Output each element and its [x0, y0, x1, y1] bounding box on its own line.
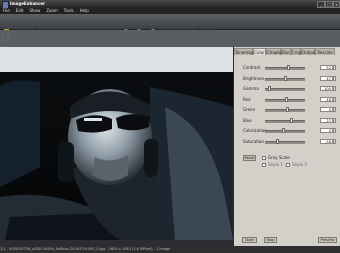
tab-tonemapping[interactable]: Tonemapping — [234, 48, 262, 55]
slider-value-field[interactable]: 52 — [320, 65, 333, 70]
slider-thumb[interactable] — [282, 128, 285, 133]
secondary-toolbar — [0, 30, 340, 48]
spin-arrows-icon[interactable] — [333, 128, 336, 133]
slider-label: Colorization — [243, 128, 267, 133]
slider-value-field[interactable]: 27 — [320, 118, 333, 123]
spin-arrows-icon[interactable] — [333, 86, 336, 91]
status-bar: 1/1 - 00/5030758_x/DSC04494_Softbox-2009… — [0, 246, 340, 253]
tab-crop[interactable]: Crop — [291, 48, 301, 55]
maximize-icon[interactable]: □ — [325, 1, 333, 8]
slider-track[interactable] — [265, 120, 305, 123]
slider-thumb[interactable] — [284, 76, 287, 81]
slider-thumb[interactable] — [276, 139, 279, 144]
reset-button[interactable]: Reset — [243, 155, 256, 161]
slider-value-field[interactable]: 100 — [320, 86, 333, 91]
slider-value-field[interactable]: 47 — [320, 76, 333, 81]
spin-arrows-icon[interactable] — [333, 76, 336, 81]
collapse-icon[interactable] — [2, 33, 9, 41]
slider-thumb[interactable] — [286, 107, 289, 112]
close-icon[interactable]: x — [333, 1, 340, 8]
slider-label: Blue — [243, 118, 252, 123]
slider-track[interactable] — [265, 88, 305, 91]
spin-arrows-icon[interactable] — [333, 118, 336, 123]
sepia1-checkbox[interactable] — [262, 163, 266, 167]
toolbar — [0, 14, 340, 40]
slider-track[interactable] — [265, 67, 305, 70]
tab-blur[interactable]: Blur — [281, 48, 291, 55]
photo-portrait — [0, 47, 233, 240]
start-button[interactable]: Start — [242, 237, 257, 243]
title-bar — [0, 0, 340, 8]
tab-chapter[interactable]: Chapter — [266, 48, 283, 55]
tab-rescale[interactable]: Rescale — [315, 48, 335, 55]
gray-scale-label: Gray Scale — [268, 155, 290, 160]
tab-color[interactable]: Color — [253, 48, 266, 55]
slider-value-field[interactable]: 0 — [320, 107, 333, 112]
slider-value-field[interactable]: -56 — [320, 139, 333, 144]
slider-thumb[interactable] — [287, 65, 290, 70]
tab-output[interactable]: Output — [301, 48, 316, 55]
preview-button[interactable]: Preview — [318, 237, 337, 243]
slider-label: Saturation — [243, 139, 264, 144]
slider-track[interactable] — [265, 109, 305, 112]
window-title: ImageEnhancer — [10, 1, 45, 6]
stop-button[interactable]: Stop — [264, 237, 277, 243]
spin-arrows-icon[interactable] — [333, 65, 336, 70]
slider-thumb[interactable] — [290, 118, 293, 123]
gray-scale-checkbox[interactable] — [262, 156, 266, 160]
sepia2-checkbox[interactable] — [286, 163, 290, 167]
slider-track[interactable] — [265, 130, 305, 133]
slider-thumb[interactable] — [285, 97, 288, 102]
spin-arrows-icon[interactable] — [333, 97, 336, 102]
sepia1-label: Sepia 1 — [268, 162, 283, 167]
slider-track[interactable] — [265, 141, 305, 144]
slider-label: Gamma — [243, 86, 259, 91]
slider-label: Brightness — [243, 76, 265, 81]
sepia2-label: Sepia 2 — [292, 162, 307, 167]
slider-thumb[interactable] — [268, 86, 271, 91]
slider-label: Contrast — [243, 65, 261, 70]
slider-label: Green — [243, 107, 256, 112]
spin-arrows-icon[interactable] — [333, 107, 336, 112]
slider-value-field[interactable]: 48 — [320, 97, 333, 102]
image-preview[interactable] — [0, 47, 233, 240]
slider-label: Red — [243, 97, 251, 102]
spin-arrows-icon[interactable] — [333, 139, 336, 144]
minimize-icon[interactable]: _ — [317, 1, 325, 8]
slider-value-field[interactable]: 0 — [320, 128, 333, 133]
